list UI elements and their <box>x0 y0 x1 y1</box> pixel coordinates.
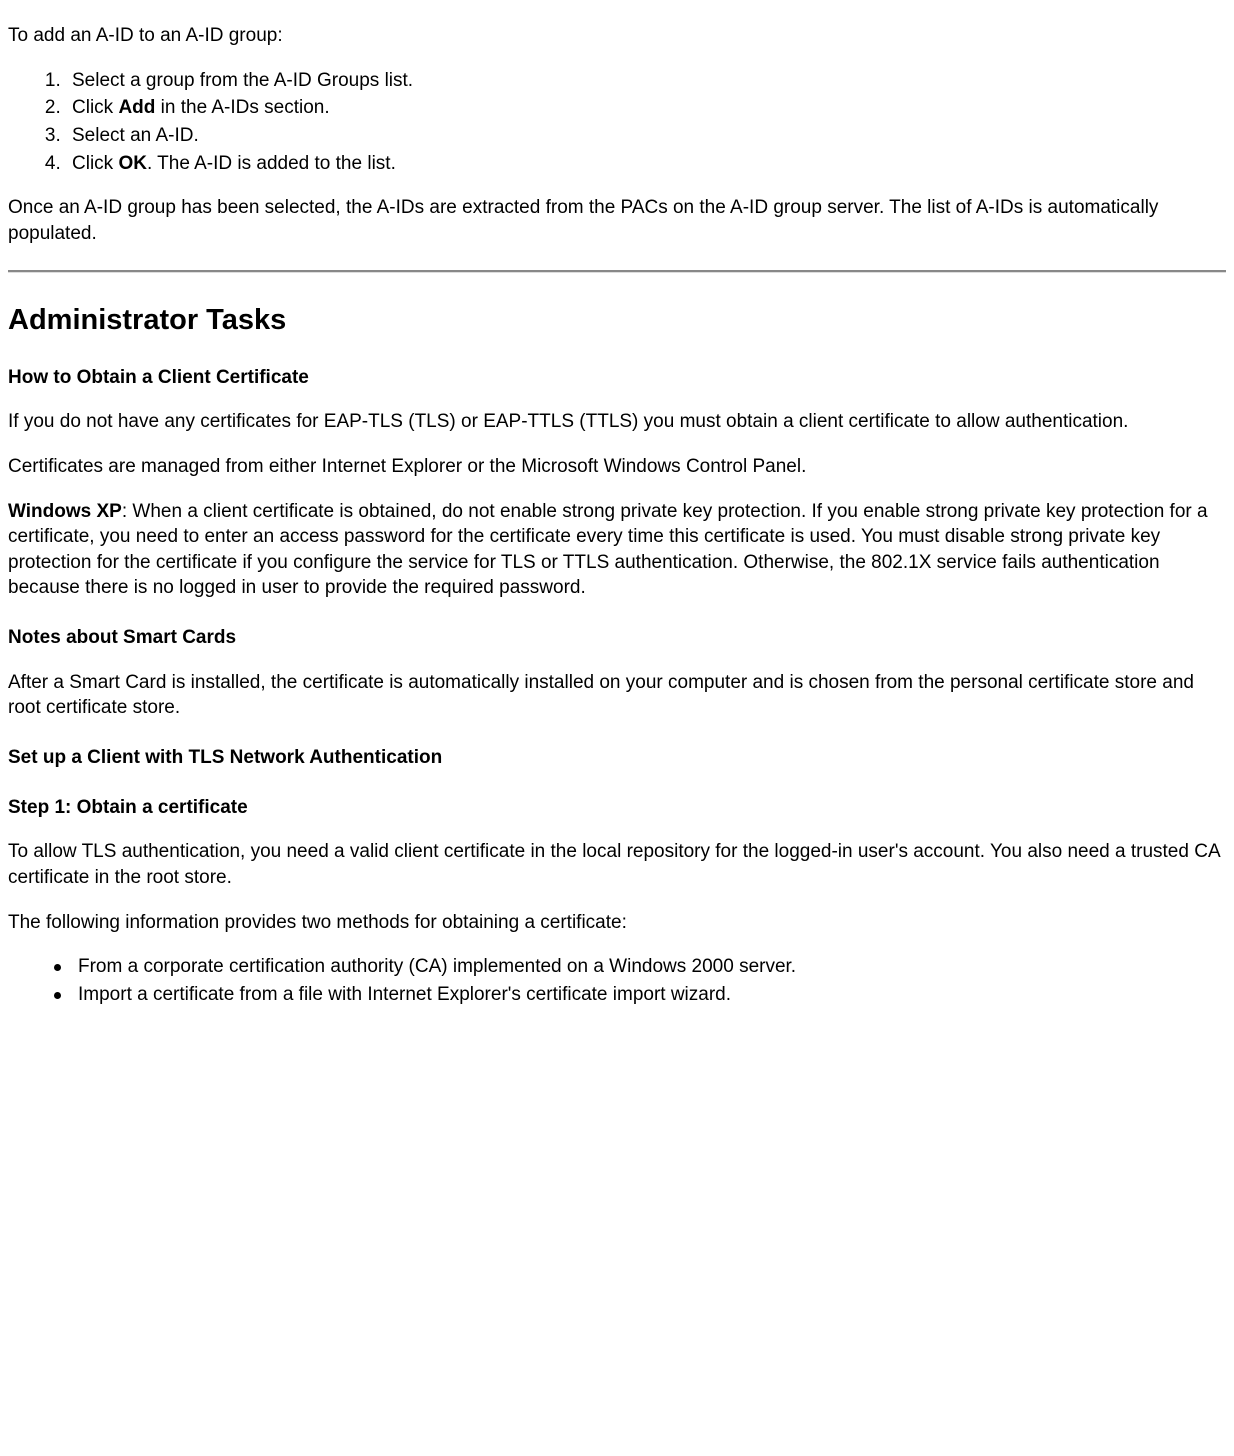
windows-xp-note: Windows XP: When a client certificate is… <box>8 499 1226 602</box>
cert-method-2: Import a certificate from a file with In… <box>54 982 1226 1008</box>
smart-cards-heading: Notes about Smart Cards <box>8 625 1226 651</box>
obtain-cert-heading: How to Obtain a Client Certificate <box>8 365 1226 391</box>
smart-cards-p1: After a Smart Card is installed, the cer… <box>8 670 1226 721</box>
obtain-cert-p1: If you do not have any certificates for … <box>8 409 1226 435</box>
tls-setup-heading: Set up a Client with TLS Network Authent… <box>8 745 1226 771</box>
step-2-pre: Click <box>72 97 118 118</box>
step-4: Click OK. The A-ID is added to the list. <box>66 151 1226 177</box>
step-3: Select an A-ID. <box>66 123 1226 149</box>
step-4-pre: Click <box>72 153 118 174</box>
step-4-bold: OK <box>118 153 147 174</box>
windows-xp-text: : When a client certificate is obtained,… <box>8 501 1208 599</box>
add-aid-steps: Select a group from the A-ID Groups list… <box>66 68 1226 177</box>
obtain-cert-p2: Certificates are managed from either Int… <box>8 454 1226 480</box>
cert-method-1: From a corporate certification authority… <box>54 954 1226 980</box>
cert-methods-list: From a corporate certification authority… <box>54 954 1226 1007</box>
windows-xp-label: Windows XP <box>8 501 122 522</box>
section-divider <box>8 270 1226 273</box>
tls-p1: To allow TLS authentication, you need a … <box>8 839 1226 890</box>
intro-after: Once an A-ID group has been selected, th… <box>8 195 1226 246</box>
step-2-bold: Add <box>118 97 155 118</box>
tls-step1-heading: Step 1: Obtain a certificate <box>8 795 1226 821</box>
step-4-post: . The A-ID is added to the list. <box>147 153 396 174</box>
admin-tasks-heading: Administrator Tasks <box>8 301 1226 340</box>
intro-lead: To add an A-ID to an A-ID group: <box>8 23 1226 49</box>
step-2-post: in the A-IDs section. <box>155 97 329 118</box>
step-2: Click Add in the A-IDs section. <box>66 95 1226 121</box>
tls-p2: The following information provides two m… <box>8 910 1226 936</box>
step-1: Select a group from the A-ID Groups list… <box>66 68 1226 94</box>
